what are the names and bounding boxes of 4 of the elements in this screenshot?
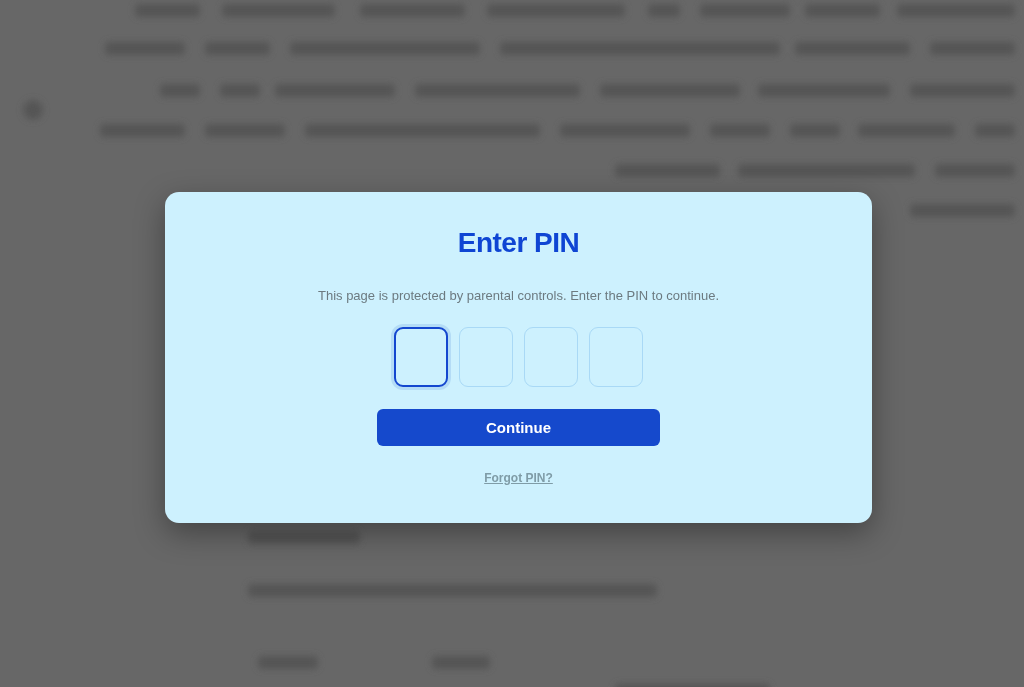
pin-digit-field[interactable] [394,327,448,387]
continue-button[interactable]: Continue [377,409,660,446]
dialog-title: Enter PIN [457,226,580,260]
dialog-message: This page is protected by parental controls. Enter the PIN to continue. [317,287,720,305]
